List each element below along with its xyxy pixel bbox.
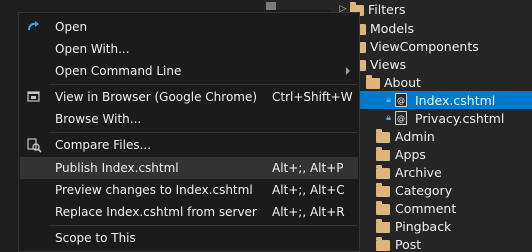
- menu-separator: [49, 84, 357, 85]
- menu-item-label: Open: [55, 20, 88, 34]
- menu-item-view-in-browser[interactable]: View in Browser (Google Chrome) Ctrl+Shi…: [20, 86, 358, 108]
- tree-item-pingback[interactable]: Pingback: [330, 217, 532, 235]
- menu-item-replace-from-server[interactable]: Replace Index.cshtml from server Alt+;, …: [20, 201, 358, 223]
- menu-item-preview-changes[interactable]: Preview changes to Index.cshtml Alt+;, A…: [20, 179, 358, 201]
- menu-item-scope-to-this[interactable]: Scope to This: [20, 227, 358, 249]
- folder-icon: [376, 164, 390, 179]
- menu-item-label: Scope to This: [55, 231, 136, 245]
- tree-item-models[interactable]: Models: [330, 19, 532, 37]
- tree-item-label: About: [384, 74, 421, 90]
- menu-item-open-command-line[interactable]: Open Command Line: [20, 60, 358, 82]
- tree-item-category[interactable]: Category: [330, 181, 532, 199]
- tree-item-comment[interactable]: Comment: [330, 199, 532, 217]
- folder-icon: [376, 182, 390, 197]
- tree-item-label: Privacy.cshtml: [415, 110, 505, 126]
- menu-item-label: Replace Index.cshtml from server: [55, 205, 257, 219]
- tree-item-label: Admin: [395, 128, 435, 144]
- menu-separator: [49, 225, 357, 226]
- tree-item-label: Filters: [368, 1, 406, 17]
- folder-icon: [376, 146, 390, 161]
- redo-arrow-icon: [26, 19, 42, 35]
- menu-item-open[interactable]: Open: [20, 16, 358, 38]
- tree-item-privacy-cshtml[interactable]: 🔒︎ @ Privacy.cshtml: [330, 109, 532, 127]
- tree-item-admin[interactable]: Admin: [330, 127, 532, 145]
- folder-icon: [376, 200, 390, 215]
- tree-item-post[interactable]: Post: [330, 235, 532, 252]
- menu-item-shortcut: Alt+;, Alt+P: [272, 161, 344, 175]
- tree-item-label: Views: [370, 56, 407, 72]
- menu-item-label: Open Command Line: [55, 64, 182, 78]
- menu-item-label: Open With...: [55, 42, 130, 56]
- menu-item-compare-files[interactable]: Compare Files...: [20, 134, 358, 156]
- tree-item-label: Pingback: [395, 218, 452, 234]
- menu-item-shortcut: Alt+;, Alt+C: [272, 183, 345, 197]
- folder-icon: [366, 74, 380, 89]
- menu-item-label: Compare Files...: [55, 138, 152, 152]
- lock-icon: 🔒︎: [386, 113, 391, 123]
- folder-icon: [376, 236, 390, 251]
- cshtml-file-icon: @: [395, 111, 407, 125]
- menu-item-shortcut: Alt+;, Alt+R: [272, 205, 345, 219]
- cshtml-file-icon: @: [395, 93, 407, 107]
- menu-item-shortcut: Ctrl+Shift+W: [272, 90, 353, 104]
- browser-icon: [26, 89, 42, 105]
- tree-item-label: Category: [395, 182, 453, 198]
- tree-item-about[interactable]: About: [330, 73, 532, 91]
- menu-item-label: Preview changes to Index.cshtml: [55, 183, 253, 197]
- menu-item-publish[interactable]: Publish Index.cshtml Alt+;, Alt+P: [20, 157, 358, 179]
- menu-item-label: View in Browser (Google Chrome): [55, 90, 258, 104]
- tree-item-label: Models: [370, 20, 415, 36]
- tree-item-label: Archive: [395, 164, 442, 180]
- tree-item-label: Post: [395, 236, 422, 252]
- submenu-arrow-icon: [346, 67, 350, 75]
- folder-icon: [376, 218, 390, 233]
- tree-item-label: ViewComponents: [370, 38, 479, 54]
- menu-item-browse-with[interactable]: Browse With...: [20, 108, 358, 130]
- compare-icon: [26, 137, 42, 153]
- tree-item-label: Index.cshtml: [415, 92, 496, 108]
- tree-item-archive[interactable]: Archive: [330, 163, 532, 181]
- menu-item-label: Publish Index.cshtml: [55, 161, 179, 175]
- editor-marker: [266, 2, 276, 10]
- tree-item-filters[interactable]: ▷ Filters: [330, 0, 532, 18]
- menu-item-label: Browse With...: [55, 112, 142, 126]
- tree-item-label: Apps: [395, 146, 426, 162]
- tree-item-label: Comment: [395, 200, 457, 216]
- tree-item-views[interactable]: Views: [330, 55, 532, 73]
- tree-item-apps[interactable]: Apps: [330, 145, 532, 163]
- folder-icon: [376, 128, 390, 143]
- tree-item-index-cshtml[interactable]: 🔒︎ @ Index.cshtml: [330, 91, 532, 109]
- lock-icon: 🔒︎: [386, 95, 391, 105]
- solution-explorer-tree: ▷ Filters Models ViewComponents Views Ab…: [330, 0, 532, 252]
- menu-item-open-with[interactable]: Open With...: [20, 38, 358, 60]
- tree-item-viewcomponents[interactable]: ViewComponents: [330, 37, 532, 55]
- context-menu: Open Open With... Open Command Line View…: [18, 12, 360, 252]
- menu-separator: [49, 132, 357, 133]
